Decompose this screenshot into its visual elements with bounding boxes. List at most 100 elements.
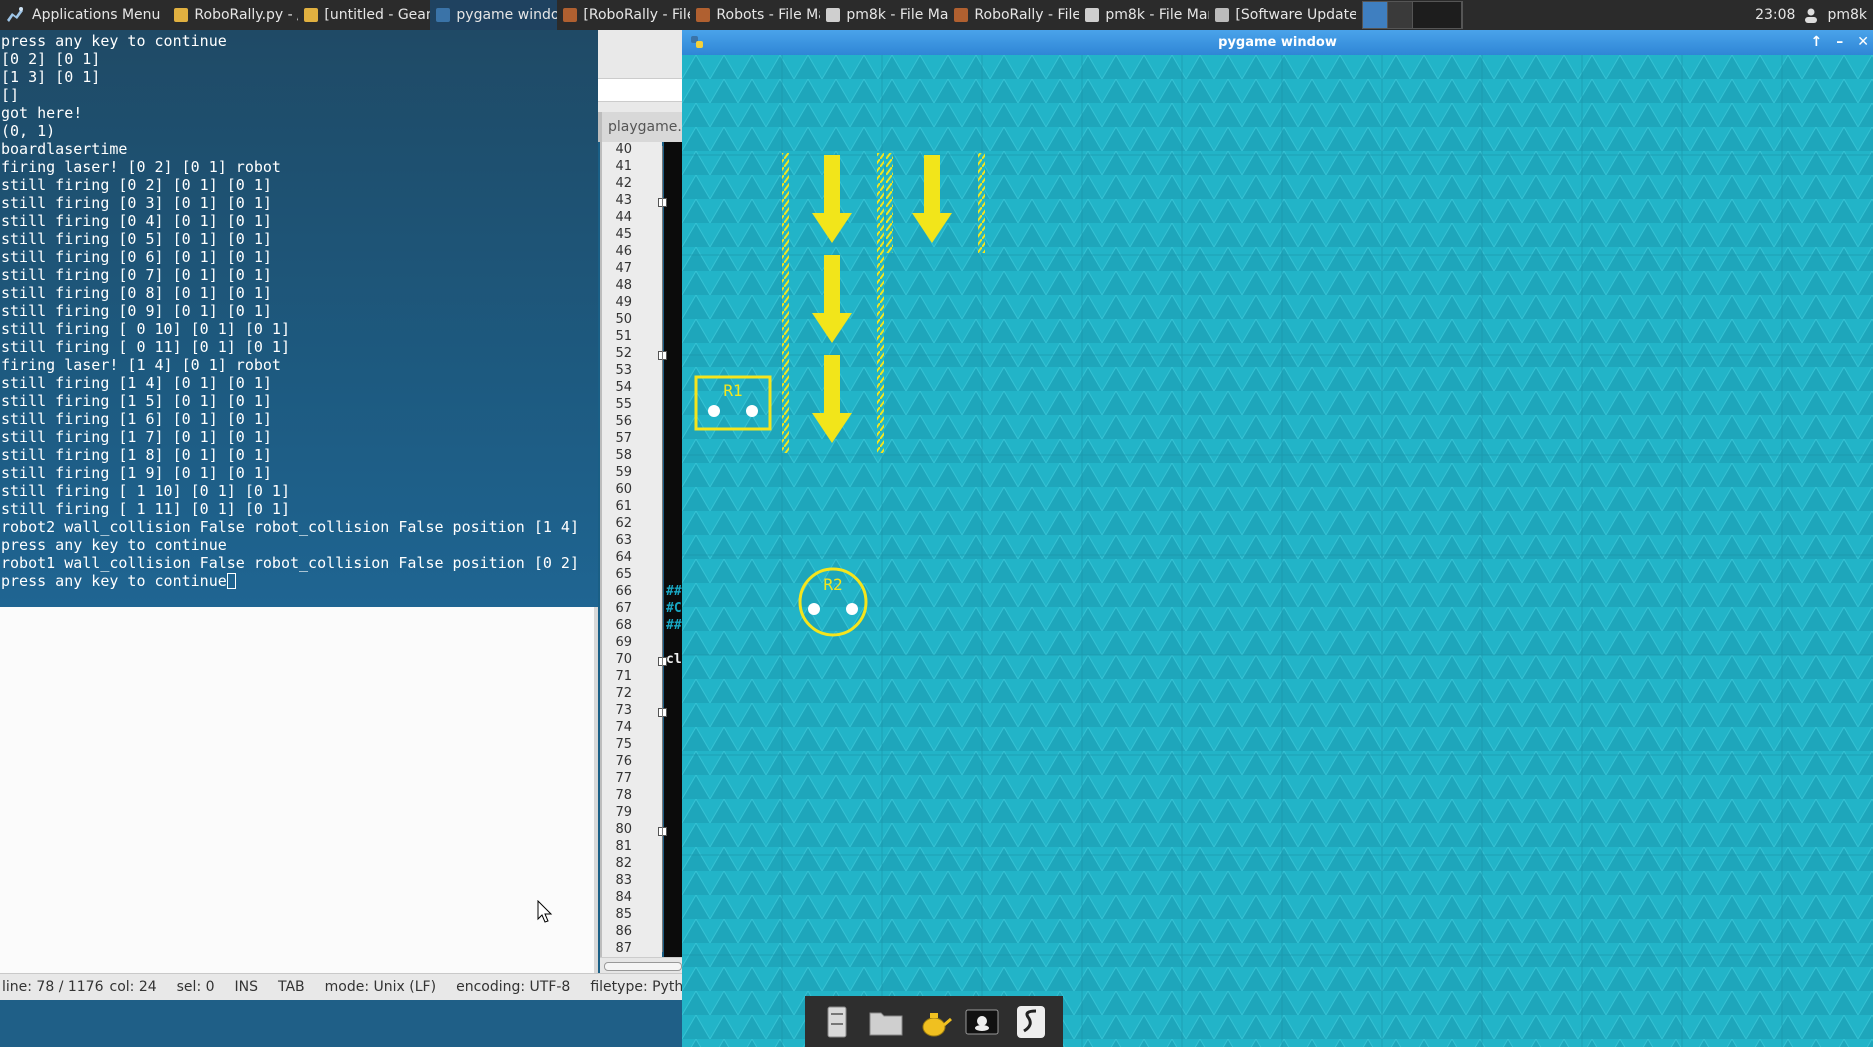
maximize-icon[interactable]: ↑ [1811,30,1823,55]
taskbar-button-label: pm8k - File Man... [846,7,949,23]
game-board[interactable]: R1 R2 [682,55,1873,1047]
taskbar-button[interactable]: [RoboRally - File ... [557,0,690,30]
code-fragment: #C [666,601,682,616]
workspace-1[interactable] [1363,2,1389,28]
terminal-line: still firing [0 5] [0 1] [0 1] [1,230,598,248]
laser-beam [877,153,884,453]
line-number: 77 [615,771,632,786]
taskbar-button[interactable]: RoboRally - File ... [948,0,1079,30]
taskbar-button[interactable]: [untitled - Geany... [298,0,430,30]
taskbar-button-label: Robots - File Man... [716,7,820,23]
terminal-line: got here! [1,104,598,122]
terminal-line-text: still firing [0 6] [0 1] [0 1] [1,248,272,266]
line-number: 68 [615,618,632,633]
terminal-line-text: firing laser! [1 4] [0 1] robot [1,356,281,374]
status-mode: mode: Unix (LF) [324,979,437,995]
terminal-line-text: still firing [ 0 11] [0 1] [0 1] [1,338,290,356]
text-cursor [226,573,236,589]
line-number: 50 [615,312,632,327]
taskbar-button[interactable]: pygame window [430,0,558,30]
taskbar-button[interactable]: [Software Updater] [1209,0,1356,30]
horizontal-scrollbar[interactable] [600,957,682,974]
status-line: line: 78 / 1176 [2,979,104,995]
line-number: 70 [615,652,632,667]
workspace-3[interactable] [1413,2,1463,28]
folder-icon [826,8,841,22]
terminal-line: still firing [0 6] [0 1] [0 1] [1,248,598,266]
applications-menu-button[interactable]: Applications Menu [0,0,168,30]
laser-beam [886,153,893,253]
user-name[interactable]: pm8k [1827,7,1867,23]
terminal-line: still firing [1 4] [0 1] [0 1] [1,374,598,392]
laser-beam [978,153,985,253]
scrollbar-thumb[interactable] [604,962,682,971]
taskbar-button[interactable]: Robots - File Man... [690,0,820,30]
line-number: 43 [615,193,632,208]
line-number: 76 [615,754,632,769]
line-number: 62 [615,516,632,531]
minimize-icon[interactable]: – [1836,30,1843,55]
line-number: 84 [615,890,632,905]
terminal-line-text: press any key to continue [1,572,227,590]
teapot-icon[interactable] [915,1003,953,1041]
line-number: 73 [615,703,632,718]
terminal-line: robot1 wall_collision False robot_collis… [1,554,598,572]
terminal-window[interactable]: press any key to continue [0 2] [0 1] [1 3… [0,30,598,607]
geany-icon [174,8,189,22]
line-number: 47 [615,261,632,276]
clock[interactable]: 23:08 [1755,7,1795,23]
line-number: 85 [615,907,632,922]
pygame-titlebar[interactable]: pygame window ↑ – ✕ [682,30,1873,55]
terminal-line: boardlasertime [1,140,598,158]
terminal-line-text: still firing [ 1 10] [0 1] [0 1] [1,482,290,500]
line-number: 52 [615,346,632,361]
terminal-line-text: [0 2] [0 1] [1,50,101,68]
geany-search-strip[interactable] [598,78,682,102]
line-number: 54 [615,380,632,395]
terminal-line: still firing [1 7] [0 1] [0 1] [1,428,598,446]
terminal-line-text: [] [1,86,20,104]
line-number: 65 [615,567,632,582]
file-manager-icon [563,8,578,22]
dock [805,996,1063,1047]
file-cabinet-icon[interactable] [818,1003,856,1041]
line-number: 72 [615,686,632,701]
python-icon [436,8,451,22]
terminal-icon[interactable] [963,1003,1001,1041]
terminal-line: firing laser! [1 4] [0 1] robot [1,356,598,374]
taskbar-button[interactable]: pm8k - File Mana... [1079,0,1209,30]
terminal-line-text: robot2 wall_collision False robot_collis… [1,518,579,536]
status-filetype: filetype: Python [590,979,682,995]
taskbar-button[interactable]: pm8k - File Man... [820,0,948,30]
taskbar-button-label: pygame window [456,7,558,23]
line-number: 79 [615,805,632,820]
steam-icon[interactable] [1012,1003,1050,1041]
terminal-line: still firing [0 4] [0 1] [0 1] [1,212,598,230]
updater-icon [1215,8,1230,22]
close-icon[interactable]: ✕ [1857,30,1869,55]
line-number: 41 [615,159,632,174]
workspace-pager[interactable] [1362,1,1464,29]
terminal-line-text: still firing [1 7] [0 1] [0 1] [1,428,272,446]
laser-beam [782,153,789,453]
line-number: 59 [615,465,632,480]
workspace-2[interactable] [1388,2,1414,28]
terminal-line: robot2 wall_collision False robot_collis… [1,518,598,536]
code-fragment: ## [666,618,682,633]
line-number: 60 [615,482,632,497]
terminal-line-text: still firing [1 9] [0 1] [0 1] [1,464,272,482]
terminal-line: still firing [1 5] [0 1] [0 1] [1,392,598,410]
terminal-line: still firing [1 8] [0 1] [0 1] [1,446,598,464]
geany-editor-tab[interactable]: playgame.py [598,112,682,142]
taskbar-button[interactable]: RoboRally.py - /h... [168,0,298,30]
terminal-line-text: press any key to continue [1,536,227,554]
code-fragment: cl [666,652,682,667]
terminal-line-text: still firing [1 5] [0 1] [0 1] [1,392,272,410]
folder-icon[interactable] [867,1003,905,1041]
terminal-line: [] [1,86,598,104]
status-sel: sel: 0 [176,979,215,995]
terminal-line-text: still firing [1 4] [0 1] [0 1] [1,374,272,392]
terminal-line-text: still firing [0 9] [0 1] [0 1] [1,302,272,320]
geany-sidebar-panel[interactable] [0,607,598,973]
mouse-cursor-icon [537,900,553,923]
